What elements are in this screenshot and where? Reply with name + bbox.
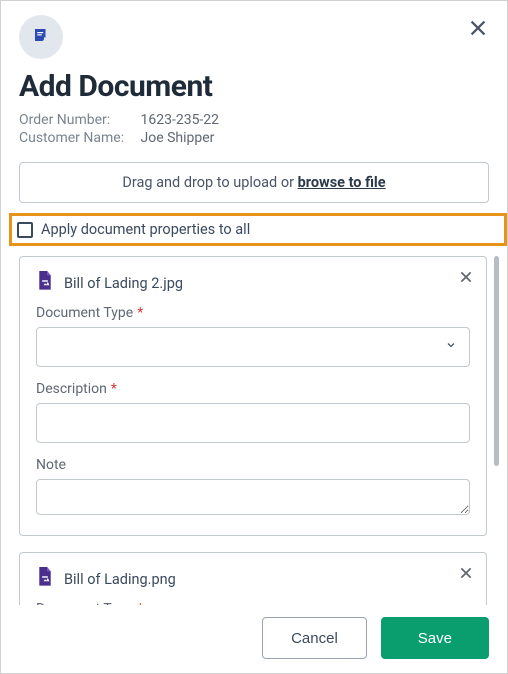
document-type-label: Document Type*	[36, 305, 470, 321]
document-card: Bill of Lading.png Document Type*	[19, 552, 487, 605]
customer-name-value: Joe Shipper	[140, 130, 214, 146]
required-marker: *	[137, 601, 143, 605]
save-button[interactable]: Save	[381, 617, 489, 659]
note-label: Note	[36, 457, 470, 473]
note-textarea[interactable]	[36, 479, 470, 515]
browse-link[interactable]: browse to file	[298, 174, 386, 191]
add-document-modal: Add Document Order Number: 1623-235-22 C…	[0, 0, 508, 674]
apply-all-highlight: Apply document properties to all	[9, 213, 507, 246]
document-filename: Bill of Lading 2.jpg	[64, 275, 183, 292]
customer-name-label: Customer Name:	[19, 130, 137, 146]
modal-title: Add Document	[19, 69, 489, 104]
remove-document-button[interactable]	[458, 565, 474, 585]
modal-header: Add Document Order Number: 1623-235-22 C…	[1, 1, 507, 148]
apply-all-label: Apply document properties to all	[41, 221, 250, 238]
description-input[interactable]	[36, 403, 470, 443]
document-type-label: Document Type*	[36, 601, 470, 605]
remove-document-button[interactable]	[458, 269, 474, 289]
file-icon	[36, 271, 54, 295]
chevron-down-icon	[445, 339, 457, 355]
scrollbar[interactable]	[494, 256, 499, 466]
apply-all-checkbox[interactable]	[17, 222, 33, 238]
document-type-select[interactable]	[36, 327, 470, 367]
file-icon	[36, 567, 54, 591]
modal-footer: Cancel Save	[1, 605, 507, 673]
close-button[interactable]	[467, 17, 489, 43]
header-avatar	[19, 15, 63, 59]
upload-dropzone[interactable]: Drag and drop to upload or browse to fil…	[19, 162, 489, 203]
required-marker: *	[111, 381, 117, 397]
note-icon	[32, 26, 50, 48]
required-marker: *	[137, 305, 143, 321]
dropzone-text: Drag and drop to upload or	[122, 174, 297, 191]
order-meta: Order Number: 1623-235-22 Customer Name:…	[19, 112, 489, 146]
description-label: Description*	[36, 381, 470, 397]
document-filename: Bill of Lading.png	[64, 571, 176, 588]
document-card: Bill of Lading 2.jpg Document Type* Desc…	[19, 256, 487, 536]
order-number-label: Order Number:	[19, 112, 137, 128]
documents-scroll-area: Bill of Lading 2.jpg Document Type* Desc…	[19, 256, 501, 605]
order-number-value: 1623-235-22	[140, 112, 219, 128]
cancel-button[interactable]: Cancel	[262, 617, 367, 659]
